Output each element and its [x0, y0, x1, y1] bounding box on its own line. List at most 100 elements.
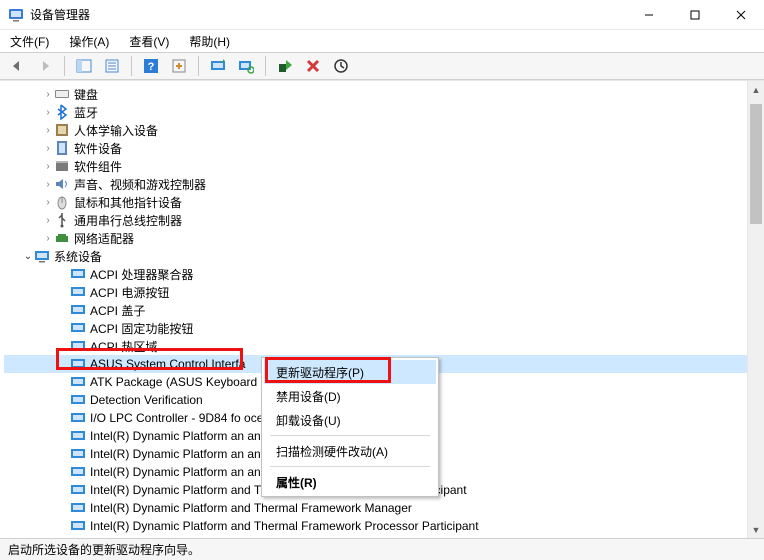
- chip-icon: [70, 464, 86, 480]
- context-uninstall-device[interactable]: 卸载设备(U): [264, 408, 436, 432]
- context-update-driver[interactable]: 更新驱动程序(P): [264, 360, 436, 384]
- tree-label: 鼠标和其他指针设备: [74, 194, 182, 211]
- expand-icon[interactable]: ›: [42, 161, 54, 172]
- scroll-down-arrow-icon[interactable]: ▼: [748, 521, 764, 538]
- chip-icon: [70, 374, 86, 390]
- menu-help[interactable]: 帮助(H): [185, 32, 234, 51]
- chip-icon: [70, 284, 86, 300]
- chip-icon: [70, 302, 86, 318]
- menu-view[interactable]: 查看(V): [125, 32, 173, 51]
- statusbar: 启动所选设备的更新驱动程序向导。: [0, 538, 764, 560]
- tree-node-keyboard[interactable]: › 键盘: [4, 85, 747, 103]
- scrollbar-thumb[interactable]: [750, 104, 762, 224]
- minimize-button[interactable]: [626, 0, 672, 29]
- tree-label: ASUS System Control Interfa: [90, 357, 245, 371]
- chip-icon: [70, 392, 86, 408]
- tree-node-hid[interactable]: › 人体学输入设备: [4, 121, 747, 139]
- expand-icon[interactable]: ›: [42, 89, 54, 100]
- tree-label: 通用串行总线控制器: [74, 212, 182, 229]
- context-menu-separator: [270, 466, 430, 467]
- context-item-label: 卸载设备(U): [276, 412, 341, 429]
- mouse-icon: [54, 194, 70, 210]
- context-item-label: 扫描检测硬件改动(A): [276, 443, 388, 460]
- hid-icon: [54, 122, 70, 138]
- expand-icon[interactable]: ›: [42, 233, 54, 244]
- disable-device-tool-button[interactable]: [330, 55, 352, 77]
- scan-hardware-tool-button[interactable]: [235, 55, 257, 77]
- tree-node-network[interactable]: ›网络适配器: [4, 229, 747, 247]
- chip-icon: [70, 356, 86, 372]
- chip-icon: [70, 446, 86, 462]
- expand-icon[interactable]: ›: [42, 197, 54, 208]
- scroll-up-arrow-icon[interactable]: ▲: [748, 81, 764, 98]
- usb-icon: [54, 212, 70, 228]
- tree-node-system-devices[interactable]: ⌄ 系统设备: [4, 247, 747, 265]
- tree-label: ATK Package (ASUS Keyboard: [90, 375, 257, 389]
- close-button[interactable]: [718, 0, 764, 29]
- context-scan-hardware[interactable]: 扫描检测硬件改动(A): [264, 439, 436, 463]
- context-disable-device[interactable]: 禁用设备(D): [264, 384, 436, 408]
- tree-node-child[interactable]: Intel(R) Dynamic Platform and Thermal Fr…: [4, 499, 747, 517]
- software-device-icon: [54, 140, 70, 156]
- tree-node-bluetooth[interactable]: › 蓝牙: [4, 103, 747, 121]
- tree-label: 软件组件: [74, 158, 122, 175]
- tree-node-child[interactable]: Intel(R) Dynamic Platform and Thermal Fr…: [4, 517, 747, 535]
- tree-node-child[interactable]: ACPI 盖子: [4, 301, 747, 319]
- uninstall-device-tool-button[interactable]: [302, 55, 324, 77]
- tree-label: 键盘: [74, 86, 98, 103]
- forward-button[interactable]: [34, 55, 56, 77]
- chip-icon: [70, 500, 86, 516]
- bluetooth-icon: [54, 104, 70, 120]
- tree-node-child[interactable]: ACPI 处理器聚合器: [4, 265, 747, 283]
- tree-node-child[interactable]: ACPI 固定功能按钮: [4, 319, 747, 337]
- context-menu-separator: [270, 435, 430, 436]
- menu-action[interactable]: 操作(A): [65, 32, 113, 51]
- update-driver-tool-button[interactable]: [207, 55, 229, 77]
- vertical-scrollbar[interactable]: ▲ ▼: [747, 81, 764, 538]
- tree-label: Intel(R) Dynamic Platform an ant: [90, 429, 264, 443]
- toolbar: ?: [0, 52, 764, 80]
- tree-node-audio[interactable]: › 声音、视频和游戏控制器: [4, 175, 747, 193]
- menu-file[interactable]: 文件(F): [6, 32, 53, 51]
- expand-icon[interactable]: ›: [42, 179, 54, 190]
- show-hide-tree-button[interactable]: [73, 55, 95, 77]
- svg-text:?: ?: [148, 61, 155, 73]
- chip-icon: [70, 482, 86, 498]
- tree-node-child[interactable]: ACPI 电源按钮: [4, 283, 747, 301]
- tree-label: Detection Verification: [90, 393, 203, 407]
- expand-icon[interactable]: ›: [42, 143, 54, 154]
- device-manager-icon: [8, 7, 24, 23]
- tree-label: 系统设备: [54, 248, 102, 265]
- tree-label: ACPI 盖子: [90, 302, 145, 319]
- tree-node-mouse[interactable]: › 鼠标和其他指针设备: [4, 193, 747, 211]
- context-properties[interactable]: 属性(R): [264, 470, 436, 494]
- tree-label: Intel(R) Dynamic Platform an ant: [90, 447, 264, 461]
- tree-label: Intel(R) Dynamic Platform and Thermal Fr…: [90, 519, 479, 533]
- expand-icon[interactable]: ›: [42, 215, 54, 226]
- action-tool-button[interactable]: [168, 55, 190, 77]
- chip-icon: [70, 338, 86, 354]
- maximize-button[interactable]: [672, 0, 718, 29]
- software-component-icon: [54, 158, 70, 174]
- back-button[interactable]: [6, 55, 28, 77]
- tree-label: 声音、视频和游戏控制器: [74, 176, 206, 193]
- chip-icon: [70, 518, 86, 534]
- properties-tool-button[interactable]: [101, 55, 123, 77]
- expand-icon[interactable]: ›: [42, 107, 54, 118]
- audio-icon: [54, 176, 70, 192]
- keyboard-icon: [54, 86, 70, 102]
- expand-icon[interactable]: ›: [42, 125, 54, 136]
- statusbar-text: 启动所选设备的更新驱动程序向导。: [8, 541, 200, 558]
- chip-icon: [70, 266, 86, 282]
- tree-node-software-component[interactable]: › 软件组件: [4, 157, 747, 175]
- scrollbar-track[interactable]: [748, 98, 764, 521]
- tree-node-software-device[interactable]: ›软件设备: [4, 139, 747, 157]
- tree-label: 蓝牙: [74, 104, 98, 121]
- chip-icon: [70, 410, 86, 426]
- enable-device-tool-button[interactable]: [274, 55, 296, 77]
- tree-node-child[interactable]: ACPI 热区域: [4, 337, 747, 355]
- help-tool-button[interactable]: ?: [140, 55, 162, 77]
- tree-label: 人体学输入设备: [74, 122, 158, 139]
- collapse-icon[interactable]: ⌄: [22, 251, 34, 262]
- tree-node-usb[interactable]: › 通用串行总线控制器: [4, 211, 747, 229]
